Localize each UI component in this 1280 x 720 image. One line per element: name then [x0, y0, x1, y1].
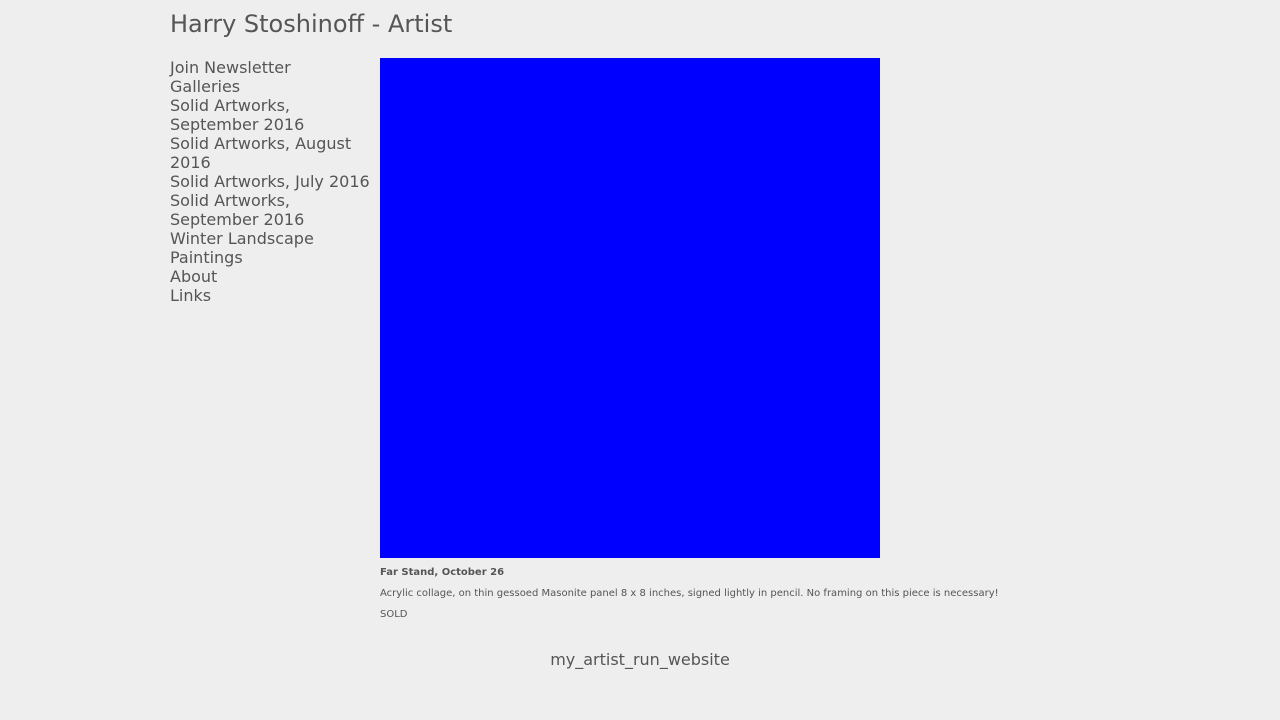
nav-item-winter-landscape: Winter Landscape Paintings: [170, 229, 375, 267]
nav-link-about[interactable]: About: [170, 267, 217, 286]
nav-link-galleries[interactable]: Galleries: [170, 77, 240, 96]
artwork-image[interactable]: [380, 58, 880, 558]
nav-item-about: About: [170, 267, 375, 286]
footer: my_artist_run_website: [0, 650, 1280, 670]
nav-item-solid-artworks-jul-2016: Solid Artworks, July 2016: [170, 172, 375, 191]
artwork-title: Far Stand, October 26: [380, 567, 505, 578]
sidebar-nav: Join Newsletter Galleries Solid Artworks…: [170, 58, 375, 305]
nav-item-links: Links: [170, 286, 375, 305]
nav-link-links[interactable]: Links: [170, 286, 211, 305]
nav-link-join-newsletter[interactable]: Join Newsletter: [170, 58, 291, 77]
nav-link-solid-artworks-sep-2016[interactable]: Solid Artworks, September 2016: [170, 96, 304, 134]
nav-link-solid-artworks-aug-2016[interactable]: Solid Artworks, August 2016: [170, 134, 351, 172]
artwork-status: SOLD: [380, 609, 408, 620]
site-title: Harry Stoshinoff - Artist: [170, 10, 453, 38]
nav-link-solid-artworks-sep-2016-b[interactable]: Solid Artworks, September 2016: [170, 191, 304, 229]
nav-item-solid-artworks-sep-2016: Solid Artworks, September 2016: [170, 96, 375, 134]
footer-link[interactable]: my_artist_run_website: [550, 650, 730, 669]
artwork-description: Acrylic collage, on thin gessoed Masonit…: [380, 588, 999, 599]
nav-item-galleries: Galleries: [170, 77, 375, 96]
nav-item-solid-artworks-sep-2016-b: Solid Artworks, September 2016: [170, 191, 375, 229]
nav-link-solid-artworks-jul-2016[interactable]: Solid Artworks, July 2016: [170, 172, 370, 191]
nav-link-winter-landscape[interactable]: Winter Landscape Paintings: [170, 229, 314, 267]
nav-item-solid-artworks-aug-2016: Solid Artworks, August 2016: [170, 134, 375, 172]
nav-item-join-newsletter: Join Newsletter: [170, 58, 375, 77]
